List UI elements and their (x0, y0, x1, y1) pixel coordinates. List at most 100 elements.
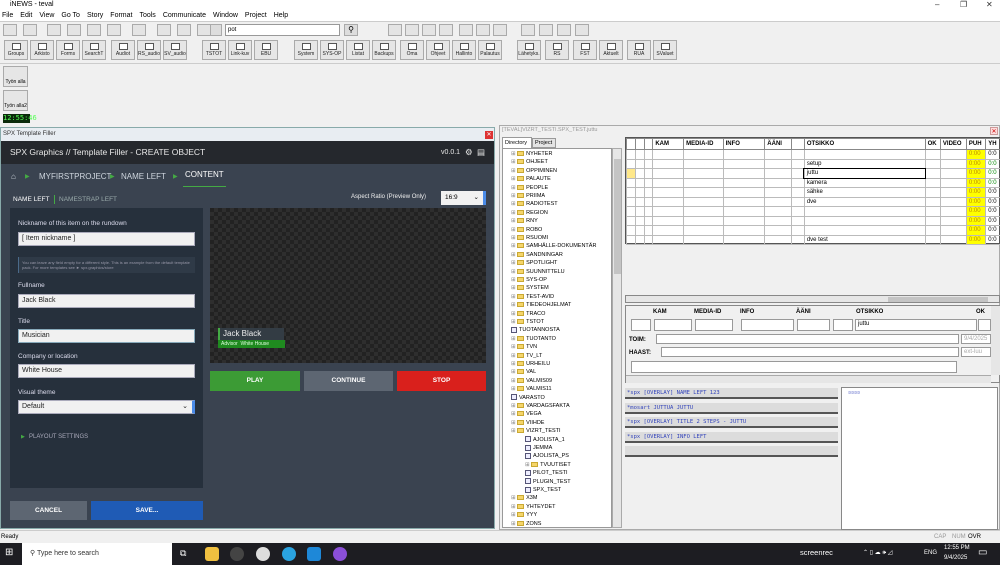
otsikko-cell[interactable]: dve test (803, 234, 926, 245)
cell[interactable] (683, 158, 724, 169)
form-input[interactable] (741, 319, 794, 331)
tab-namestrap-left[interactable]: NAMESTRAP LEFT (59, 196, 117, 203)
cell[interactable] (939, 168, 967, 179)
cell[interactable] (939, 187, 967, 198)
tray-date[interactable]: 9/4/2025 (944, 555, 967, 561)
cell[interactable] (722, 187, 766, 198)
table-row[interactable]: dve test 0:00 0:0 (626, 234, 1000, 245)
otsikko-input[interactable]: juttu (855, 319, 977, 331)
cell[interactable] (652, 168, 685, 179)
cell[interactable] (924, 225, 941, 236)
cell[interactable] (790, 196, 805, 207)
shortcut-button-rsaudio[interactable]: RS_audio (137, 40, 161, 60)
tree-item[interactable]: ⊞ SANDNINGAR (511, 251, 563, 259)
table-row[interactable]: setup 0:00 0:0 (626, 158, 1000, 169)
cell[interactable] (626, 177, 636, 188)
cell[interactable] (634, 149, 645, 160)
menu-project[interactable]: Project (245, 10, 267, 21)
script-line[interactable]: *spx [OVERLAY] NAME LEFT 123 (625, 388, 838, 399)
close-button[interactable]: ✕ (986, 0, 993, 10)
tree-item[interactable]: ⊞ TVUUTISET (525, 461, 571, 469)
tree-item[interactable]: ⊞ VEGA (511, 410, 541, 418)
cell[interactable] (764, 196, 792, 207)
tree-item[interactable]: ⊞ ROBO (511, 226, 542, 234)
shortcut-button-aktuelt[interactable]: Aktuelt (599, 40, 623, 60)
table-row[interactable]: 0:00 0:0 (626, 225, 1000, 236)
script-line[interactable]: *spx [OVERLAY] TITLE 2 STEPS - JUTTU (625, 417, 838, 428)
cell[interactable] (683, 177, 724, 188)
otsikko-cell[interactable] (803, 149, 926, 160)
menu-tools[interactable]: Tools (139, 10, 155, 21)
tab-name-left[interactable]: NAME LEFT (13, 196, 49, 203)
cell[interactable] (939, 158, 967, 169)
tyon-alla2-button[interactable]: Työn alla2 (3, 90, 28, 111)
cell[interactable] (939, 149, 967, 160)
cell[interactable] (634, 177, 645, 188)
table-row[interactable]: kamera 0:00 0:0 (626, 177, 1000, 188)
title-input[interactable]: Musician (18, 329, 195, 343)
tree-item[interactable]: ⊞ YHTEYDET (511, 503, 555, 511)
windows-start-icon[interactable]: ⊞ (5, 547, 13, 558)
cell[interactable] (764, 187, 792, 198)
menu-go-to[interactable]: Go To (61, 10, 80, 21)
cell[interactable] (634, 196, 645, 207)
grid-hscrollbar[interactable] (625, 295, 1000, 303)
screenrec-label[interactable]: screenrec (800, 548, 833, 557)
tray-icons[interactable]: ⌃ ▯ ☁ 🕪 ◿ (863, 549, 892, 557)
tree-item[interactable]: TUOTANNOSTA (511, 326, 560, 334)
column-header[interactable] (626, 138, 636, 150)
toolbar-icon[interactable] (459, 24, 473, 36)
otsikko-cell[interactable]: dve (803, 196, 926, 207)
cell[interactable] (790, 215, 805, 226)
playout-settings-toggle[interactable]: PLAYOUT SETTINGS (29, 434, 88, 440)
tray-time[interactable]: 12:55 PM (944, 545, 970, 551)
toolbar-icon[interactable] (439, 24, 453, 36)
cell[interactable] (764, 206, 792, 217)
cell[interactable] (634, 187, 645, 198)
toolbar-icon[interactable] (422, 24, 436, 36)
shortcut-button-palautus[interactable]: Palautus (478, 40, 502, 60)
cell[interactable] (652, 215, 685, 226)
menu-communicate[interactable]: Communicate (163, 10, 206, 21)
cell[interactable] (626, 149, 636, 160)
tree-item[interactable]: ⊞ SYSTEM (511, 284, 549, 292)
cell[interactable] (764, 215, 792, 226)
cell[interactable] (626, 234, 636, 245)
script-text-box[interactable]: ¤¤¤¤ (841, 387, 998, 530)
toolbar-icon[interactable] (493, 24, 507, 36)
aspect-select[interactable]: 16:9 ⌄ (441, 191, 486, 205)
cell[interactable] (939, 177, 967, 188)
cell[interactable] (683, 215, 724, 226)
shortcut-button-sysop[interactable]: SYS-OP (320, 40, 344, 60)
cell[interactable] (643, 168, 654, 179)
tree-item[interactable]: SPX_TEST (525, 486, 561, 494)
column-header[interactable]: PUH (965, 138, 987, 150)
continue-button[interactable]: CONTINUE (304, 371, 393, 391)
tree-item[interactable]: ⊞ TRACO (511, 310, 545, 318)
cell[interactable] (924, 206, 941, 217)
menu-file[interactable]: File (2, 10, 13, 21)
column-header[interactable]: MEDIA-ID (683, 138, 724, 150)
toolbar-icon[interactable] (157, 24, 171, 36)
cancel-button[interactable]: CANCEL (10, 501, 87, 520)
cell[interactable] (790, 168, 805, 179)
form-input[interactable] (695, 319, 733, 331)
cell[interactable] (634, 234, 645, 245)
tab-project[interactable]: Project (532, 138, 556, 148)
tree-item[interactable]: ⊞ TEST-AVID (511, 293, 554, 301)
cell[interactable] (722, 225, 766, 236)
cell[interactable] (626, 206, 636, 217)
cell[interactable] (924, 234, 941, 245)
cell[interactable] (683, 225, 724, 236)
cell[interactable] (939, 196, 967, 207)
tab-directory[interactable]: Directory (502, 137, 532, 148)
spx-close-button[interactable]: ✕ (485, 131, 493, 139)
cell[interactable] (643, 158, 654, 169)
cell[interactable] (790, 225, 805, 236)
breadcrumb-project[interactable]: MYFIRSTPROJECT (39, 164, 111, 190)
tree-item[interactable]: ⊞ YYY (511, 511, 537, 519)
tree-item[interactable]: ⊞ VALMIS09 (511, 377, 552, 385)
tree-item[interactable]: ⊞ VIIHDE (511, 419, 544, 427)
toolbar-icon[interactable] (539, 24, 553, 36)
cell[interactable] (634, 158, 645, 169)
